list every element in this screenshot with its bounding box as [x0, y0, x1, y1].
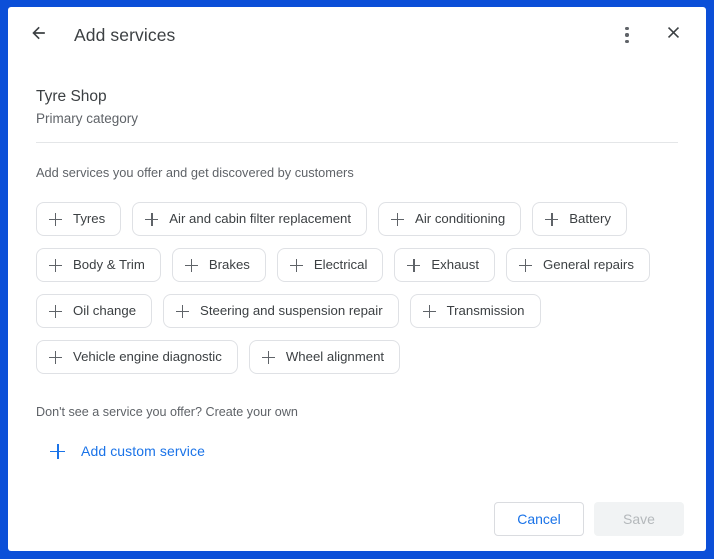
service-chip[interactable]: Oil change	[36, 294, 153, 328]
add-services-dialog: Add services Tyre Shop Primary category …	[8, 7, 706, 551]
save-button[interactable]: Save	[594, 502, 684, 536]
service-chip-list: Tyres Air and cabin filter replacement Air…	[36, 202, 678, 374]
dialog-body: Add services you offer and get discovere…	[8, 143, 706, 464]
plus-icon	[422, 304, 436, 318]
arrow-left-icon	[29, 23, 49, 48]
back-button[interactable]	[22, 18, 56, 52]
category-subtitle: Primary category	[36, 111, 139, 126]
service-chip[interactable]: Tyres	[36, 202, 122, 236]
service-chip[interactable]: Exhaust	[394, 248, 496, 282]
service-chip-label: Battery	[569, 211, 611, 227]
service-chip-label: Electrical	[313, 257, 368, 273]
service-chip-label: Air and cabin filter replacement	[169, 211, 352, 227]
plus-icon	[261, 350, 275, 364]
service-chip-row: Body & Trim Brakes Electrical Exhaust Genera…	[36, 248, 678, 282]
plus-icon	[519, 258, 533, 272]
service-chip-label: Tyres	[73, 211, 106, 227]
plus-icon	[49, 304, 62, 318]
plus-icon	[49, 350, 62, 364]
cancel-button[interactable]: Cancel	[494, 502, 584, 536]
plus-icon	[407, 258, 421, 272]
service-chip[interactable]: Wheel alignment	[248, 340, 401, 374]
category-name: Tyre Shop	[36, 88, 107, 105]
page-title: Add services	[74, 24, 176, 45]
service-chip[interactable]: Vehicle engine diagnostic	[36, 340, 238, 374]
service-chip[interactable]: General repairs	[506, 248, 650, 282]
plus-icon	[50, 443, 65, 459]
plus-icon	[391, 212, 405, 226]
service-chip[interactable]: Body & Trim	[36, 248, 161, 282]
service-chip-label: Vehicle engine diagnostic	[73, 349, 222, 365]
plus-icon	[145, 212, 159, 226]
plus-icon	[176, 304, 190, 318]
plus-icon	[49, 258, 62, 272]
service-chip-row: Oil change Steering and suspension repair…	[36, 294, 678, 328]
service-chip-label: Wheel alignment	[285, 349, 385, 365]
service-chip[interactable]: Air and cabin filter replacement	[132, 202, 368, 236]
add-custom-service-button[interactable]: Add custom service	[36, 443, 205, 459]
service-chip-label: Transmission	[446, 303, 525, 319]
service-chip-label: Steering and suspension repair	[200, 303, 383, 319]
dialog-footer: Cancel Save	[8, 487, 706, 551]
service-chip-label: Oil change	[73, 303, 137, 319]
browser-viewport: Add services Tyre Shop Primary category …	[0, 0, 714, 559]
service-chip-label: Brakes	[208, 257, 250, 273]
plus-icon	[49, 212, 62, 226]
plus-icon	[545, 212, 559, 226]
add-custom-service-label: Add custom service	[81, 443, 205, 459]
more-vert-icon	[625, 26, 629, 44]
service-chip[interactable]: Transmission	[409, 294, 541, 328]
service-chip[interactable]: Air conditioning	[378, 202, 522, 236]
overflow-menu-button[interactable]	[610, 18, 644, 52]
close-icon	[664, 23, 683, 47]
dialog-header: Add services	[8, 7, 706, 63]
service-chip-label: Body & Trim	[73, 257, 145, 273]
category-block: Tyre Shop Primary category	[8, 63, 706, 128]
plus-icon	[184, 258, 198, 272]
close-button[interactable]	[656, 18, 690, 52]
service-chip[interactable]: Steering and suspension repair	[163, 294, 399, 328]
service-chip-row: Vehicle engine diagnostic Wheel alignment	[36, 340, 678, 374]
service-chip[interactable]: Electrical	[276, 248, 384, 282]
service-chip-label: General repairs	[543, 257, 634, 273]
service-chip-label: Air conditioning	[415, 211, 506, 227]
plus-icon	[289, 258, 303, 272]
services-hint: Add services you offer and get discovere…	[36, 165, 354, 180]
custom-service-note: Don't see a service you offer? Create yo…	[36, 405, 298, 419]
service-chip[interactable]: Brakes	[171, 248, 266, 282]
service-chip-label: Exhaust	[431, 257, 480, 273]
service-chip[interactable]: Battery	[532, 202, 627, 236]
service-chip-row: Tyres Air and cabin filter replacement Air…	[36, 202, 678, 236]
